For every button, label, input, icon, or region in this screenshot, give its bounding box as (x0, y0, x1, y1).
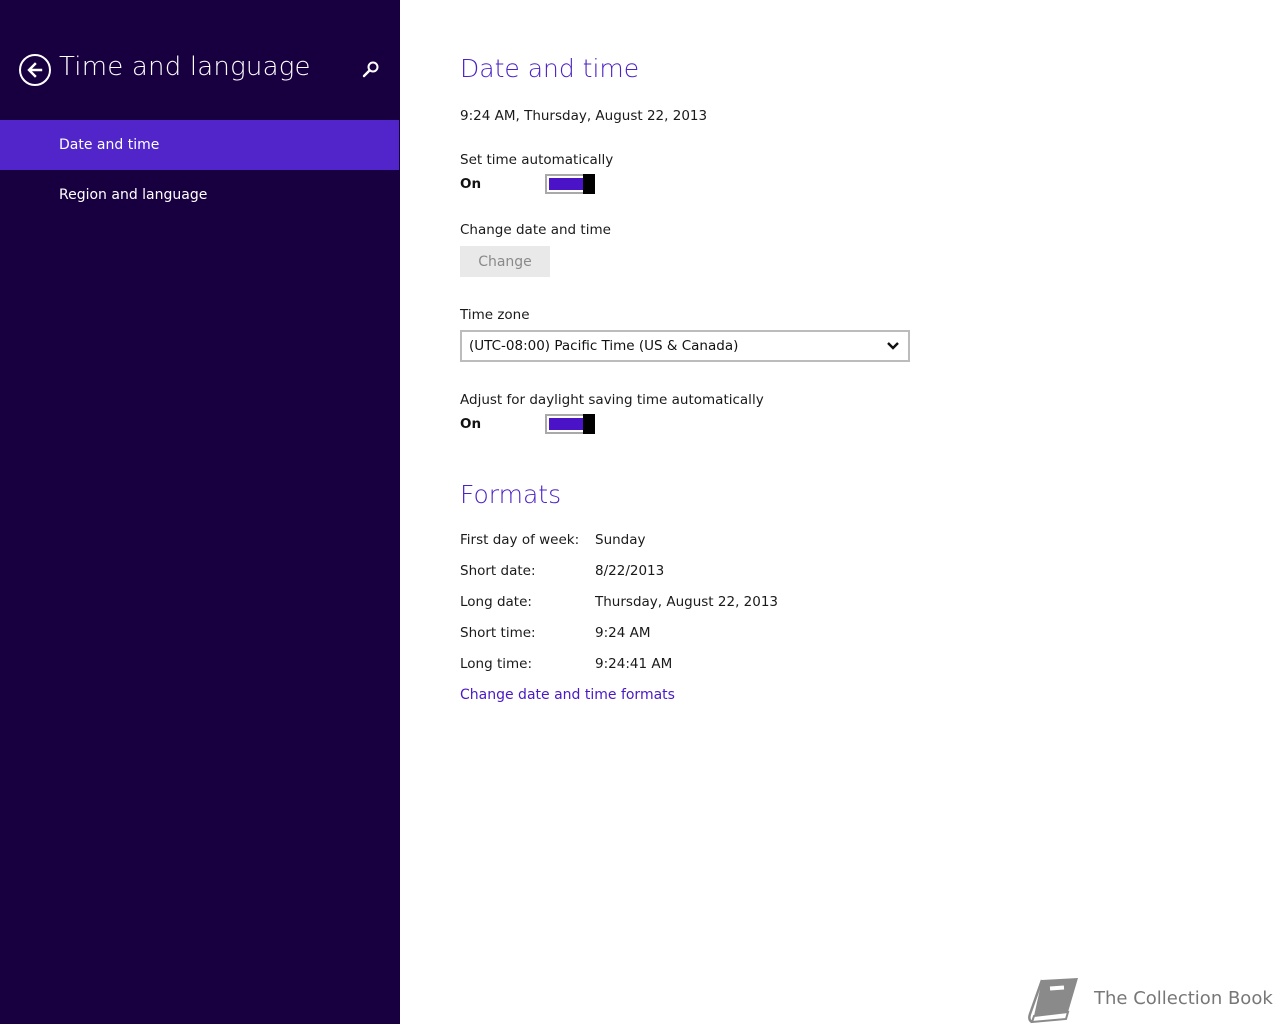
format-label: Long date: (460, 594, 532, 610)
chevron-down-icon (887, 342, 899, 350)
format-label: Short time: (460, 625, 536, 641)
dst-label: Adjust for daylight saving time automati… (460, 392, 764, 408)
format-value: 9:24 AM (595, 625, 651, 641)
set-time-auto-state: On (460, 176, 482, 192)
set-time-auto-toggle[interactable] (545, 174, 595, 194)
set-time-auto-label: Set time automatically (460, 152, 614, 168)
time-zone-select[interactable]: (UTC-08:00) Pacific Time (US & Canada) (460, 330, 910, 362)
formats-heading: Formats (460, 480, 562, 509)
sidebar-item-label: Region and language (59, 187, 208, 203)
sidebar-item-region-and-language[interactable]: Region and language (0, 170, 399, 220)
format-value: 9:24:41 AM (595, 656, 673, 672)
format-value: Thursday, August 22, 2013 (595, 594, 779, 610)
sidebar: Time and language Date and time Region a… (0, 0, 400, 1024)
format-value: 8/22/2013 (595, 563, 665, 579)
back-arrow-icon (27, 62, 43, 78)
toggle-thumb (583, 174, 595, 194)
back-button[interactable] (19, 54, 51, 86)
search-button[interactable] (359, 58, 383, 82)
format-label: Short date: (460, 563, 536, 579)
change-button[interactable]: Change (460, 246, 550, 277)
toggle-thumb (583, 414, 595, 434)
book-icon (1028, 978, 1078, 1024)
change-formats-link[interactable]: Change date and time formats (460, 687, 675, 703)
sidebar-item-date-and-time[interactable]: Date and time (0, 120, 399, 170)
dst-toggle[interactable] (545, 414, 595, 434)
current-date-time: 9:24 AM, Thursday, August 22, 2013 (460, 108, 708, 124)
watermark: The Collection Book (1028, 974, 1273, 1024)
sidebar-item-label: Date and time (59, 137, 160, 153)
page-title: Time and language (59, 52, 311, 82)
search-icon (362, 61, 379, 78)
toggle-fill (549, 418, 583, 430)
format-value: Sunday (595, 532, 646, 548)
change-date-time-label: Change date and time (460, 222, 611, 238)
time-zone-value: (UTC-08:00) Pacific Time (US & Canada) (469, 338, 739, 354)
time-zone-label: Time zone (460, 307, 530, 323)
format-label: First day of week: (460, 532, 580, 548)
toggle-fill (549, 178, 583, 190)
date-time-heading: Date and time (460, 54, 640, 83)
watermark-text: The Collection Book (1094, 988, 1273, 1009)
format-label: Long time: (460, 656, 533, 672)
dst-state: On (460, 416, 482, 432)
